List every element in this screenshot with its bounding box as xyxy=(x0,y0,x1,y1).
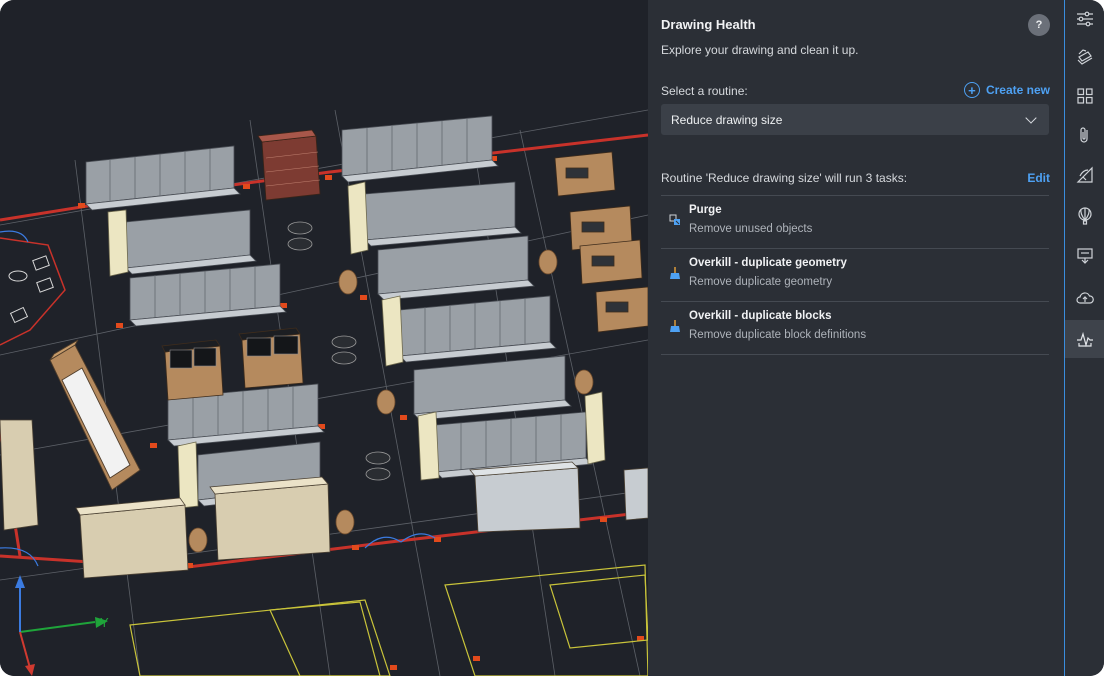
routine-label: Select a routine: xyxy=(661,84,748,98)
balloon-tool[interactable] xyxy=(1065,197,1104,235)
layers-icon xyxy=(1077,49,1093,65)
cloud-upload-tool[interactable] xyxy=(1065,279,1104,317)
tasks-summary: Routine 'Reduce drawing size' will run 3… xyxy=(661,171,908,185)
task-name: Overkill - duplicate geometry xyxy=(689,257,847,269)
edit-routine-link[interactable]: Edit xyxy=(1027,171,1050,185)
drawing-health-panel: Drawing Health ? Explore your drawing an… xyxy=(648,0,1064,676)
task-item-overkill-blocks[interactable]: Overkill - duplicate blocks Remove dupli… xyxy=(661,302,1049,355)
properties-tool[interactable] xyxy=(1065,0,1104,38)
measure-tool[interactable] xyxy=(1065,156,1104,194)
create-new-button[interactable]: + Create new xyxy=(963,82,1050,98)
ucs-axis: Y xyxy=(15,575,109,676)
drawing-health-tool[interactable] xyxy=(1065,320,1104,358)
routine-select[interactable]: Reduce drawing size xyxy=(661,104,1049,135)
cloud-upload-icon xyxy=(1076,292,1094,304)
task-description: Remove duplicate geometry xyxy=(689,276,833,288)
markup-import-icon xyxy=(1077,248,1093,264)
layers-tool[interactable] xyxy=(1065,38,1104,76)
measure-ruler-icon xyxy=(1076,166,1093,183)
viewport-canvas[interactable]: Y xyxy=(0,0,648,676)
markup-import-tool[interactable] xyxy=(1065,237,1104,275)
task-list: Purge Remove unused objects Overkill - d… xyxy=(661,195,1049,355)
app-window: Y Drawing Health ? Explore your drawing … xyxy=(0,0,1104,676)
task-description: Remove duplicate block definitions xyxy=(689,329,867,341)
blocks-tool[interactable] xyxy=(1065,77,1104,115)
axis-y-label: Y xyxy=(100,615,109,630)
properties-sliders-icon xyxy=(1077,11,1093,27)
drawing-health-icon xyxy=(1077,331,1093,348)
broom-icon xyxy=(670,320,680,332)
task-name: Overkill - duplicate blocks xyxy=(689,310,832,322)
routine-select-value: Reduce drawing size xyxy=(671,112,783,127)
broom-icon xyxy=(670,267,680,279)
task-description: Remove unused objects xyxy=(689,223,813,235)
right-toolbar xyxy=(1064,0,1104,676)
attachments-tool[interactable] xyxy=(1065,116,1104,154)
help-button[interactable]: ? xyxy=(1028,14,1050,36)
chevron-down-icon xyxy=(1025,111,1037,124)
blocks-grid-icon xyxy=(1077,88,1093,104)
create-new-label: Create new xyxy=(985,83,1050,97)
balloon-icon xyxy=(1078,207,1092,225)
task-item-overkill-geometry[interactable]: Overkill - duplicate geometry Remove dup… xyxy=(661,249,1049,302)
attachments-clip-icon xyxy=(1080,127,1088,143)
panel-subtitle: Explore your drawing and clean it up. xyxy=(661,43,859,57)
task-name: Purge xyxy=(689,204,722,216)
task-item-purge[interactable]: Purge Remove unused objects xyxy=(661,196,1049,249)
drawing-viewport[interactable]: Y xyxy=(0,0,648,676)
plus-circle-icon: + xyxy=(963,82,980,98)
panel-title: Drawing Health xyxy=(661,17,756,32)
purge-icon xyxy=(669,214,680,225)
